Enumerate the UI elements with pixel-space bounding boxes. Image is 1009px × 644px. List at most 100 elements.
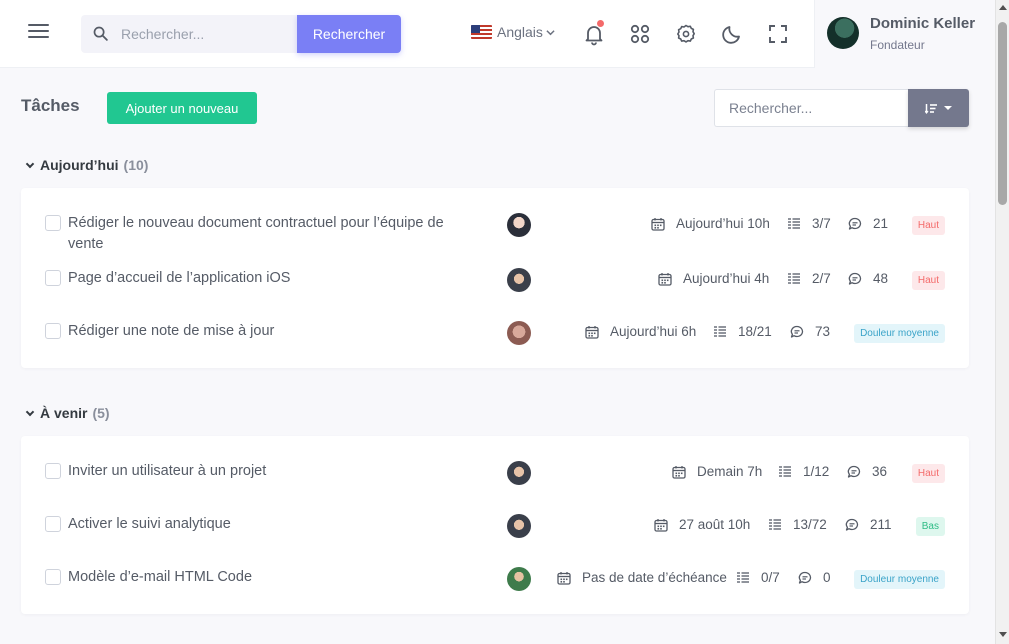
task-subtasks: 1/12 [778,464,829,479]
comment-icon [798,571,812,584]
user-name: Dominic Keller [870,15,976,32]
calendar-icon [658,271,672,286]
task-comments: 48 [848,271,888,286]
task-comments: 21 [848,216,888,231]
task-row: Modèle d’e-mail HTML Code Pas de date d’… [21,567,969,607]
task-title[interactable]: Rédiger le nouveau document contractuel … [68,213,468,255]
task-comments: 73 [790,324,830,339]
assignee-avatar[interactable] [507,213,531,237]
task-due: Aujourd’hui 6h [585,324,696,339]
section-today-header[interactable]: Aujourd’hui (10) [25,157,148,173]
chevron-down-icon [25,407,35,416]
calendar-icon [557,570,571,585]
global-search [81,15,297,53]
task-subtasks: 18/21 [713,324,772,339]
section-label: Aujourd’hui [40,157,119,173]
user-role: Fondateur [870,38,925,52]
moon-icon[interactable] [720,22,744,46]
priority-badge: Bas [915,517,945,536]
section-upcoming-header[interactable]: À venir (5) [25,405,110,421]
task-due: Aujourd’hui 10h [651,216,770,231]
avatar [827,17,859,49]
language-selector[interactable]: Anglais [471,24,555,40]
global-search-input[interactable] [121,15,291,53]
task-title[interactable]: Rédiger une note de mise à jour [68,321,468,342]
assignee-avatar[interactable] [507,514,531,538]
scroll-thumb[interactable] [998,22,1007,205]
task-due: Aujourd’hui 4h [658,271,769,286]
chevron-down-icon [546,29,555,35]
page-scrollbar[interactable] [995,0,1009,644]
task-row: Rédiger le nouveau document contractuel … [21,213,969,255]
task-title[interactable]: Inviter un utilisateur à un projet [68,461,468,482]
task-row: Page d’accueil de l’application iOS Aujo… [21,268,969,308]
priority-badge: Douleur moyenne [854,324,945,343]
task-subtasks: 2/7 [787,271,831,286]
priority-badge: Douleur moyenne [854,570,945,589]
sort-list-icon [925,103,937,114]
comment-icon [790,325,804,338]
page-title: Tâches [21,96,80,115]
global-search-button[interactable]: Rechercher [297,15,401,53]
task-subtasks: 13/72 [768,517,827,532]
checklist-icon [787,218,801,229]
task-subtasks: 0/7 [736,570,780,585]
task-title[interactable]: Activer le suivi analytique [68,514,468,535]
task-checkbox[interactable] [45,270,61,286]
comment-icon [845,518,859,531]
assignee-avatar[interactable] [507,321,531,345]
checklist-icon [778,466,792,477]
section-count: (5) [92,405,110,421]
task-row: Inviter un utilisateur à un projet Demai… [21,461,969,501]
task-comments: 211 [845,517,892,532]
assignee-avatar[interactable] [507,567,531,591]
menu-toggle-icon[interactable] [28,24,49,44]
priority-badge: Haut [911,271,945,290]
us-flag-icon [471,25,492,39]
assignee-avatar[interactable] [507,268,531,292]
checklist-icon [736,572,750,583]
priority-badge: Haut [911,216,945,235]
notification-dot [597,20,604,27]
task-checkbox[interactable] [45,323,61,339]
chevron-down-icon [25,159,35,168]
task-row: Rédiger une note de mise à jour Aujourd’… [21,321,969,361]
section-label: À venir [40,405,88,421]
task-comments: 0 [798,570,831,585]
comment-icon [847,465,861,478]
task-due: Demain 7h [672,464,762,479]
task-comments: 36 [847,464,887,479]
scroll-up-icon[interactable] [999,5,1007,10]
apps-grid-icon[interactable] [628,22,652,46]
task-checkbox[interactable] [45,463,61,479]
user-menu[interactable]: Dominic Keller Fondateur [814,0,995,68]
task-checkbox[interactable] [45,569,61,585]
sort-menu-button[interactable] [908,89,969,127]
search-icon [93,26,108,41]
comment-icon [848,272,862,285]
task-search-input[interactable] [714,89,909,127]
add-task-button[interactable]: Ajouter un nouveau [107,92,257,124]
task-title[interactable]: Modèle d’e-mail HTML Code [68,567,468,588]
calendar-icon [585,324,599,339]
task-due: 27 août 10h [654,517,750,532]
scroll-down-icon[interactable] [999,632,1007,637]
checklist-icon [713,326,727,337]
caret-down-icon [944,106,952,110]
gear-icon[interactable] [674,22,698,46]
task-due: Pas de date d’échéance [557,570,727,585]
section-upcoming-card: Inviter un utilisateur à un projet Demai… [21,436,969,614]
calendar-icon [654,517,668,532]
fullscreen-icon[interactable] [766,22,790,46]
checklist-icon [768,519,782,530]
section-today-card: Rédiger le nouveau document contractuel … [21,188,969,368]
task-checkbox[interactable] [45,516,61,532]
assignee-avatar[interactable] [507,461,531,485]
language-label: Anglais [497,24,543,40]
comment-icon [848,217,862,230]
task-title[interactable]: Page d’accueil de l’application iOS [68,268,468,289]
task-checkbox[interactable] [45,215,61,231]
task-row: Activer le suivi analytique 27 août 10h … [21,514,969,554]
priority-badge: Haut [911,464,945,483]
checklist-icon [787,273,801,284]
